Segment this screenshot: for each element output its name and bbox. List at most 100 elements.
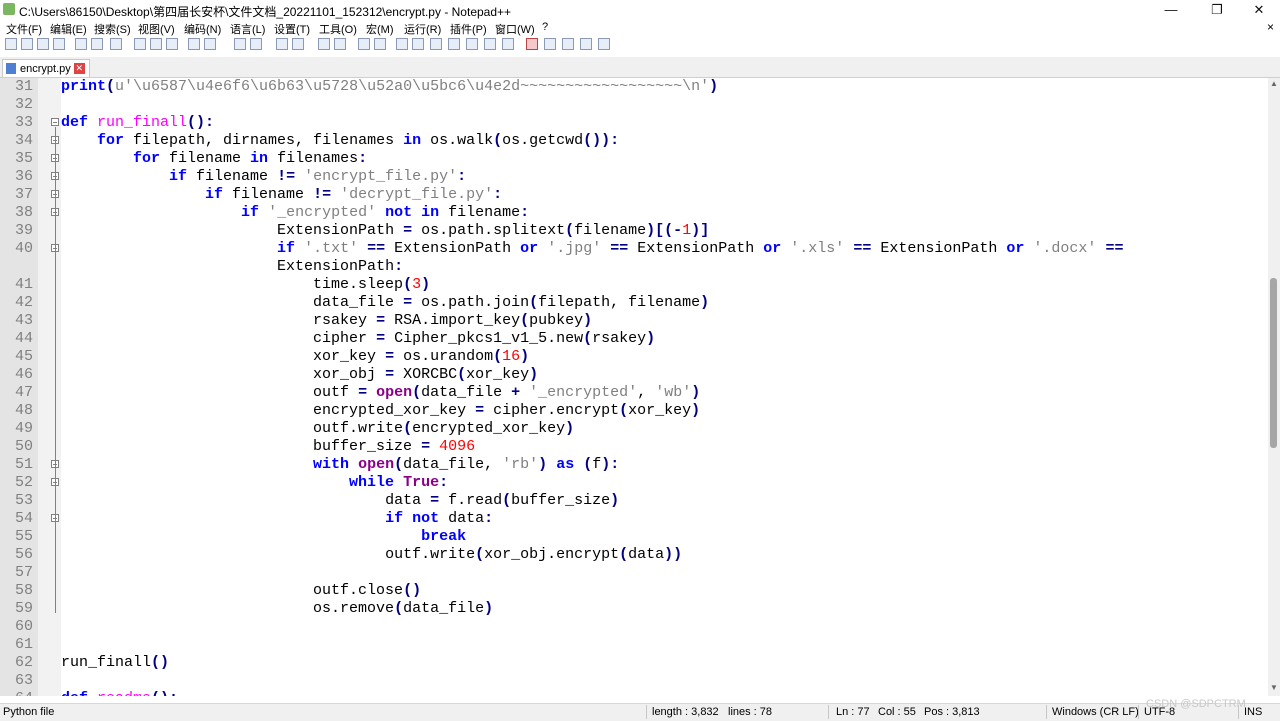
close-window-button[interactable]: ✕: [1236, 0, 1280, 19]
line-text: if '_encrypted' not in filename:: [61, 204, 529, 222]
tab-encrypt-py[interactable]: encrypt.py ✕: [2, 59, 90, 77]
vertical-scrollbar[interactable]: ▲ ▼: [1268, 78, 1280, 696]
code-line[interactable]: 31 print(u'\u6587\u4e6f6\u6b63\u5728\u52a…: [0, 78, 1268, 96]
folder-workspace-icon[interactable]: [466, 38, 478, 50]
copy-icon[interactable]: [150, 38, 162, 50]
code-line[interactable]: 54 if not data:: [0, 510, 1268, 528]
show-all-characters-icon[interactable]: [374, 38, 386, 50]
close-all-icon[interactable]: [91, 38, 103, 50]
find-icon[interactable]: [234, 38, 246, 50]
menu-language[interactable]: 语言(L): [230, 21, 265, 37]
code-line[interactable]: 58 outf.close(): [0, 582, 1268, 600]
code-line[interactable]: 32: [0, 96, 1268, 114]
code-line[interactable]: 49 outf.write(encrypted_xor_key): [0, 420, 1268, 438]
sync-horizontal-icon[interactable]: [334, 38, 346, 50]
scrollbar-thumb[interactable]: [1270, 278, 1277, 448]
code-line[interactable]: 42 data_file = os.path.join(filepath, fi…: [0, 294, 1268, 312]
code-line[interactable]: 47 outf = open(data_file + '_encrypted',…: [0, 384, 1268, 402]
minimize-button[interactable]: —: [1148, 0, 1194, 19]
code-line[interactable]: 33 def run_finall():: [0, 114, 1268, 132]
scroll-down-icon[interactable]: ▼: [1270, 684, 1278, 692]
code-line[interactable]: 56 outf.write(xor_obj.encrypt(data)): [0, 546, 1268, 564]
replace-icon[interactable]: [250, 38, 262, 50]
zoom-in-icon[interactable]: [276, 38, 288, 50]
menu-tools[interactable]: 工具(O): [319, 21, 357, 37]
code-line[interactable]: 50 buffer_size = 4096: [0, 438, 1268, 456]
playback-macro-icon[interactable]: [562, 38, 574, 50]
code-line[interactable]: 61: [0, 636, 1268, 654]
code-line[interactable]: 41 time.sleep(3): [0, 276, 1268, 294]
code-line[interactable]: 63: [0, 672, 1268, 690]
token: (: [403, 276, 413, 293]
monitoring-icon[interactable]: [502, 38, 514, 50]
token: ): [691, 384, 701, 401]
code-line[interactable]: 39 ExtensionPath = os.path.splitext(file…: [0, 222, 1268, 240]
menu-settings[interactable]: 设置(T): [274, 21, 310, 37]
new-file-icon[interactable]: [5, 38, 17, 50]
run-macro-multiple-icon[interactable]: [580, 38, 592, 50]
menu-edit[interactable]: 编辑(E): [50, 21, 87, 37]
token: 1: [682, 222, 692, 239]
menu-macro[interactable]: 宏(M): [366, 21, 394, 37]
menu-plugins[interactable]: 插件(P): [450, 21, 487, 37]
function-list-icon[interactable]: [448, 38, 460, 50]
code-line[interactable]: 52 while True:: [0, 474, 1268, 492]
code-line[interactable]: 60: [0, 618, 1268, 636]
code-line[interactable]: 43 rsakey = RSA.import_key(pubkey): [0, 312, 1268, 330]
indent-guide-icon[interactable]: [396, 38, 408, 50]
code-line[interactable]: ExtensionPath:: [0, 258, 1268, 276]
token: (: [493, 132, 503, 149]
tab-close-icon[interactable]: ✕: [73, 63, 85, 74]
record-macro-icon[interactable]: [526, 38, 538, 50]
code-line[interactable]: 37 if filename != 'decrypt_file.py':: [0, 186, 1268, 204]
code-line[interactable]: 38 if '_encrypted' not in filename:: [0, 204, 1268, 222]
print-icon[interactable]: [110, 38, 122, 50]
paste-icon[interactable]: [166, 38, 178, 50]
undo-icon[interactable]: [188, 38, 200, 50]
line-number: 59: [14, 600, 33, 617]
word-wrap-icon[interactable]: [358, 38, 370, 50]
scroll-up-icon[interactable]: ▲: [1270, 80, 1278, 88]
code-line[interactable]: 44 cipher = Cipher_pkcs1_v1_5.new(rsakey…: [0, 330, 1268, 348]
menu-encoding[interactable]: 编码(N): [184, 21, 221, 37]
code-line[interactable]: 36 if filename != 'encrypt_file.py':: [0, 168, 1268, 186]
maximize-button[interactable]: ❐: [1194, 0, 1240, 19]
menu-view[interactable]: 视图(V): [138, 21, 175, 37]
code-line[interactable]: 59 os.remove(data_file): [0, 600, 1268, 618]
code-line[interactable]: 45 xor_key = os.urandom(16): [0, 348, 1268, 366]
document-map-icon[interactable]: [430, 38, 442, 50]
token: outf: [313, 384, 359, 401]
save-icon[interactable]: [37, 38, 49, 50]
document-list-icon[interactable]: [484, 38, 496, 50]
code-line[interactable]: 64 def readme():: [0, 690, 1268, 696]
cut-icon[interactable]: [134, 38, 146, 50]
redo-icon[interactable]: [204, 38, 216, 50]
menu-window[interactable]: 窗口(W): [495, 21, 535, 37]
zoom-out-icon[interactable]: [292, 38, 304, 50]
code-line[interactable]: 35 for filename in filenames:: [0, 150, 1268, 168]
code-line[interactable]: 57: [0, 564, 1268, 582]
code-line[interactable]: 51 with open(data_file, 'rb') as (f):: [0, 456, 1268, 474]
menu-help[interactable]: ?: [542, 21, 548, 33]
code-line[interactable]: 55 break: [0, 528, 1268, 546]
close-document-icon[interactable]: ×: [1267, 20, 1274, 34]
menu-search[interactable]: 搜索(S): [94, 21, 131, 37]
save-all-icon[interactable]: [53, 38, 65, 50]
menu-file[interactable]: 文件(F): [6, 21, 42, 37]
code-line[interactable]: 53 data = f.read(buffer_size): [0, 492, 1268, 510]
user-language-icon[interactable]: [412, 38, 424, 50]
menu-run[interactable]: 运行(R): [404, 21, 441, 37]
code-line[interactable]: 46 xor_obj = XORCBC(xor_key): [0, 366, 1268, 384]
code-line[interactable]: 34 for filepath, dirnames, filenames in …: [0, 132, 1268, 150]
sync-vertical-icon[interactable]: [318, 38, 330, 50]
save-macro-icon[interactable]: [598, 38, 610, 50]
open-file-icon[interactable]: [21, 38, 33, 50]
fold-toggle-icon[interactable]: [51, 118, 59, 126]
code-editor[interactable]: 31 print(u'\u6587\u4e6f6\u6b63\u5728\u52a…: [0, 78, 1268, 696]
code-line[interactable]: 62 run_finall(): [0, 654, 1268, 672]
close-icon[interactable]: [75, 38, 87, 50]
code-line[interactable]: 40 if '.txt' == ExtensionPath or '.jpg' …: [0, 240, 1268, 258]
code-line[interactable]: 48 encrypted_xor_key = cipher.encrypt(xo…: [0, 402, 1268, 420]
stop-recording-icon[interactable]: [544, 38, 556, 50]
